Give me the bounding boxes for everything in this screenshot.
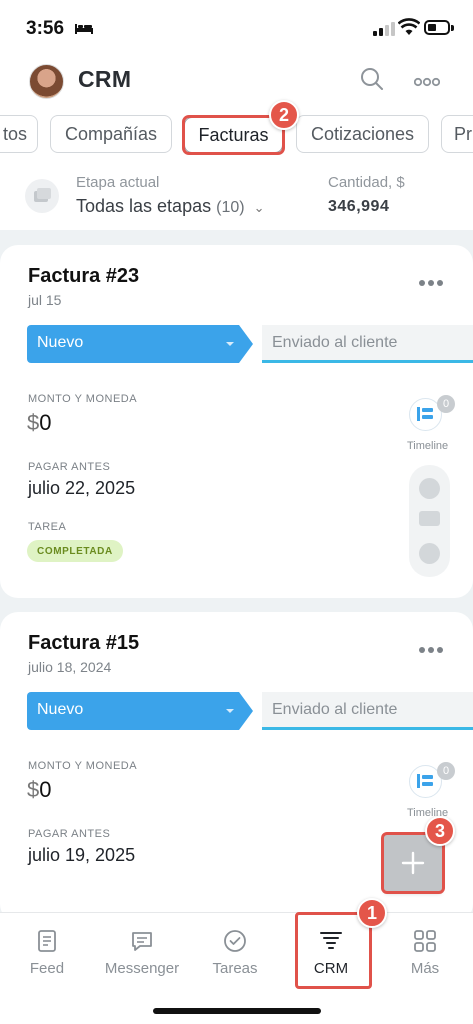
tab-cotizaciones[interactable]: Cotizaciones <box>296 115 429 153</box>
mail-icon[interactable] <box>419 511 440 526</box>
amount-field-label: MONTO Y MONEDA <box>28 393 138 405</box>
timeline-label: Timeline <box>407 440 449 452</box>
next-stage-label: Enviado al cliente <box>272 701 398 718</box>
nav-tareas[interactable]: Tareas <box>195 928 275 980</box>
bed-icon <box>74 21 94 39</box>
tab-contactos[interactable]: tos <box>0 115 38 153</box>
more-options-icon[interactable] <box>413 74 441 87</box>
stage-pill-label: Nuevo <box>37 334 84 351</box>
battery-icon <box>424 20 450 35</box>
nav-mas[interactable]: Más <box>385 928 465 980</box>
next-stage-label: Enviado al cliente <box>272 334 398 351</box>
page-title: CRM <box>78 66 132 92</box>
home-indicator <box>153 1008 321 1014</box>
stage-label: Etapa actual <box>76 174 160 191</box>
amount-field-value: $0 <box>27 410 52 435</box>
amount-field-value: $0 <box>27 777 52 802</box>
message-icon[interactable] <box>419 543 440 564</box>
due-value: julio 19, 2025 <box>28 845 136 865</box>
phone-icon[interactable] <box>419 478 440 499</box>
card-more-icon[interactable] <box>418 274 444 286</box>
step-badge-2: 2 <box>269 100 299 130</box>
invoice-title[interactable]: Factura #15 <box>28 632 139 655</box>
amount-field-label: MONTO Y MONEDA <box>28 760 138 772</box>
invoice-date: jul 15 <box>28 292 62 308</box>
timeline-count-badge: 0 <box>437 762 455 780</box>
search-icon[interactable] <box>360 67 384 91</box>
stage-count: (10) <box>216 199 245 216</box>
amount-label: Cantidad, $ <box>328 174 405 191</box>
stage-icon[interactable] <box>24 178 60 214</box>
stage-pill-label: Nuevo <box>37 701 84 718</box>
avatar[interactable] <box>29 64 64 99</box>
invoice-date: julio 18, 2024 <box>28 659 112 675</box>
step-badge-3: 3 <box>425 816 455 846</box>
tab-companias[interactable]: Compañías <box>50 115 172 153</box>
battery-tip <box>451 25 454 31</box>
step-badge-1: 1 <box>357 898 387 928</box>
check-circle-icon <box>224 930 246 952</box>
nav-feed[interactable]: Feed <box>7 928 87 980</box>
invoice-title[interactable]: Factura #23 <box>28 265 139 288</box>
due-value: julio 22, 2025 <box>28 478 136 498</box>
amount-value: 346,994 <box>328 198 390 215</box>
nav-messenger-label: Messenger <box>104 960 180 977</box>
signal-icon <box>373 22 397 36</box>
due-label: PAGAR ANTES <box>28 828 111 840</box>
status-time: 3:56 <box>26 18 65 39</box>
stage-selector[interactable]: Todas las etapas (10) ⌄ <box>76 196 264 217</box>
stage-value: Todas las etapas <box>76 196 212 216</box>
nav-mas-label: Más <box>410 960 440 977</box>
card-more-icon[interactable] <box>418 641 444 653</box>
nav-messenger[interactable]: Messenger <box>102 928 182 980</box>
chevron-down-icon: ⌄ <box>253 200 265 215</box>
due-label: PAGAR ANTES <box>28 461 111 473</box>
wifi-icon <box>397 18 421 38</box>
nav-tareas-label: Tareas <box>212 960 258 977</box>
task-label: TAREA <box>28 521 67 533</box>
grid-icon <box>414 930 436 952</box>
tab-productos[interactable]: Pr <box>441 115 473 153</box>
task-status-badge: COMPLETADA <box>27 540 123 562</box>
chat-icon <box>132 932 152 951</box>
nav-feed-label: Feed <box>29 960 65 977</box>
timeline-count-badge: 0 <box>437 395 455 413</box>
feed-icon <box>38 930 56 952</box>
